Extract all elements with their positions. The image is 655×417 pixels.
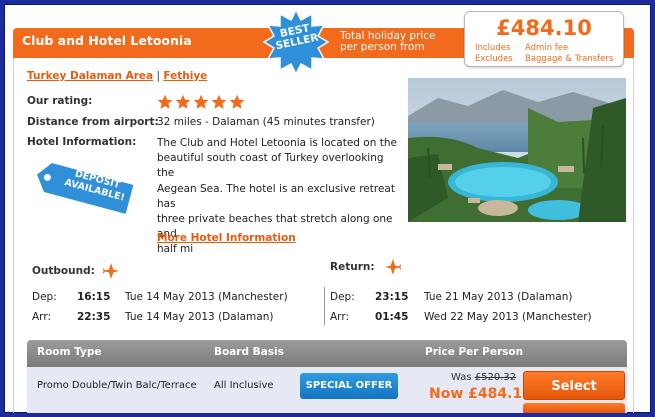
return-arr-date: Wed 22 May 2013 (Manchester) [424, 311, 592, 323]
total-price-label: Total holiday price per person from [340, 30, 436, 53]
rating-label: Our rating: [27, 95, 93, 107]
breadcrumb: Turkey Dalaman Area | Fethiye [27, 70, 208, 82]
return-dep-time: 23:15 [375, 291, 409, 303]
star-icon [157, 94, 173, 110]
outbound-dep-date: Tue 14 May 2013 (Manchester) [125, 291, 288, 303]
outbound-dep-time: 16:15 [77, 291, 111, 303]
star-icon [175, 94, 191, 110]
distance-value: 32 miles - Dalaman (45 minutes transfer) [157, 116, 375, 128]
distance-label: Distance from airport: [27, 116, 159, 128]
board-basis-cell: All Inclusive [214, 380, 274, 391]
room-type-cell: Promo Double/Twin Balc/Terrace [37, 380, 197, 391]
room-table-header [27, 340, 627, 367]
rating-stars [157, 94, 247, 114]
includes-row: Includes Admin fee [475, 43, 569, 53]
return-title: Return: [330, 261, 375, 273]
th-board-basis: Board Basis [214, 346, 284, 358]
th-price-per-person: Price Per Person [425, 346, 524, 358]
was-price-value: £520.32 [474, 372, 517, 383]
star-icon [229, 94, 245, 110]
more-hotel-info-link[interactable]: More Hotel Information [157, 232, 296, 244]
outbound-title: Outbound: [32, 265, 95, 277]
flight-divider [324, 287, 325, 325]
outbound-arr-label: Arr: [32, 311, 51, 323]
deposit-tag: DEPOSIT AVAILABLE! [32, 158, 142, 218]
outbound-dep-label: Dep: [32, 291, 57, 303]
next-select-button[interactable] [523, 403, 625, 413]
hotel-info-label: Hotel Information: [27, 136, 137, 148]
now-price: Now £484.10 [429, 386, 532, 402]
return-dep-label: Dep: [330, 291, 355, 303]
outbound-arr-time: 22:35 [77, 311, 111, 323]
total-price: £484.10 [496, 16, 592, 40]
star-icon [211, 94, 227, 110]
return-dep-date: Tue 21 May 2013 (Dalaman) [424, 291, 573, 303]
plane-icon [384, 258, 402, 280]
return-arr-label: Arr: [330, 311, 349, 323]
star-icon [193, 94, 209, 110]
plane-icon [102, 262, 120, 284]
hotel-name[interactable]: Club and Hotel Letoonia [22, 33, 192, 48]
select-button[interactable]: Select [523, 371, 625, 400]
was-price: Was £520.32 [451, 372, 517, 383]
return-arr-time: 01:45 [375, 311, 409, 323]
special-offer-badge[interactable]: SPECIAL OFFER [300, 373, 398, 399]
area-link[interactable]: Turkey Dalaman Area [27, 70, 153, 82]
outbound-arr-date: Tue 14 May 2013 (Dalaman) [125, 311, 274, 323]
hotel-photo[interactable] [408, 78, 626, 222]
th-room-type: Room Type [37, 346, 102, 358]
town-link[interactable]: Fethiye [163, 70, 207, 82]
